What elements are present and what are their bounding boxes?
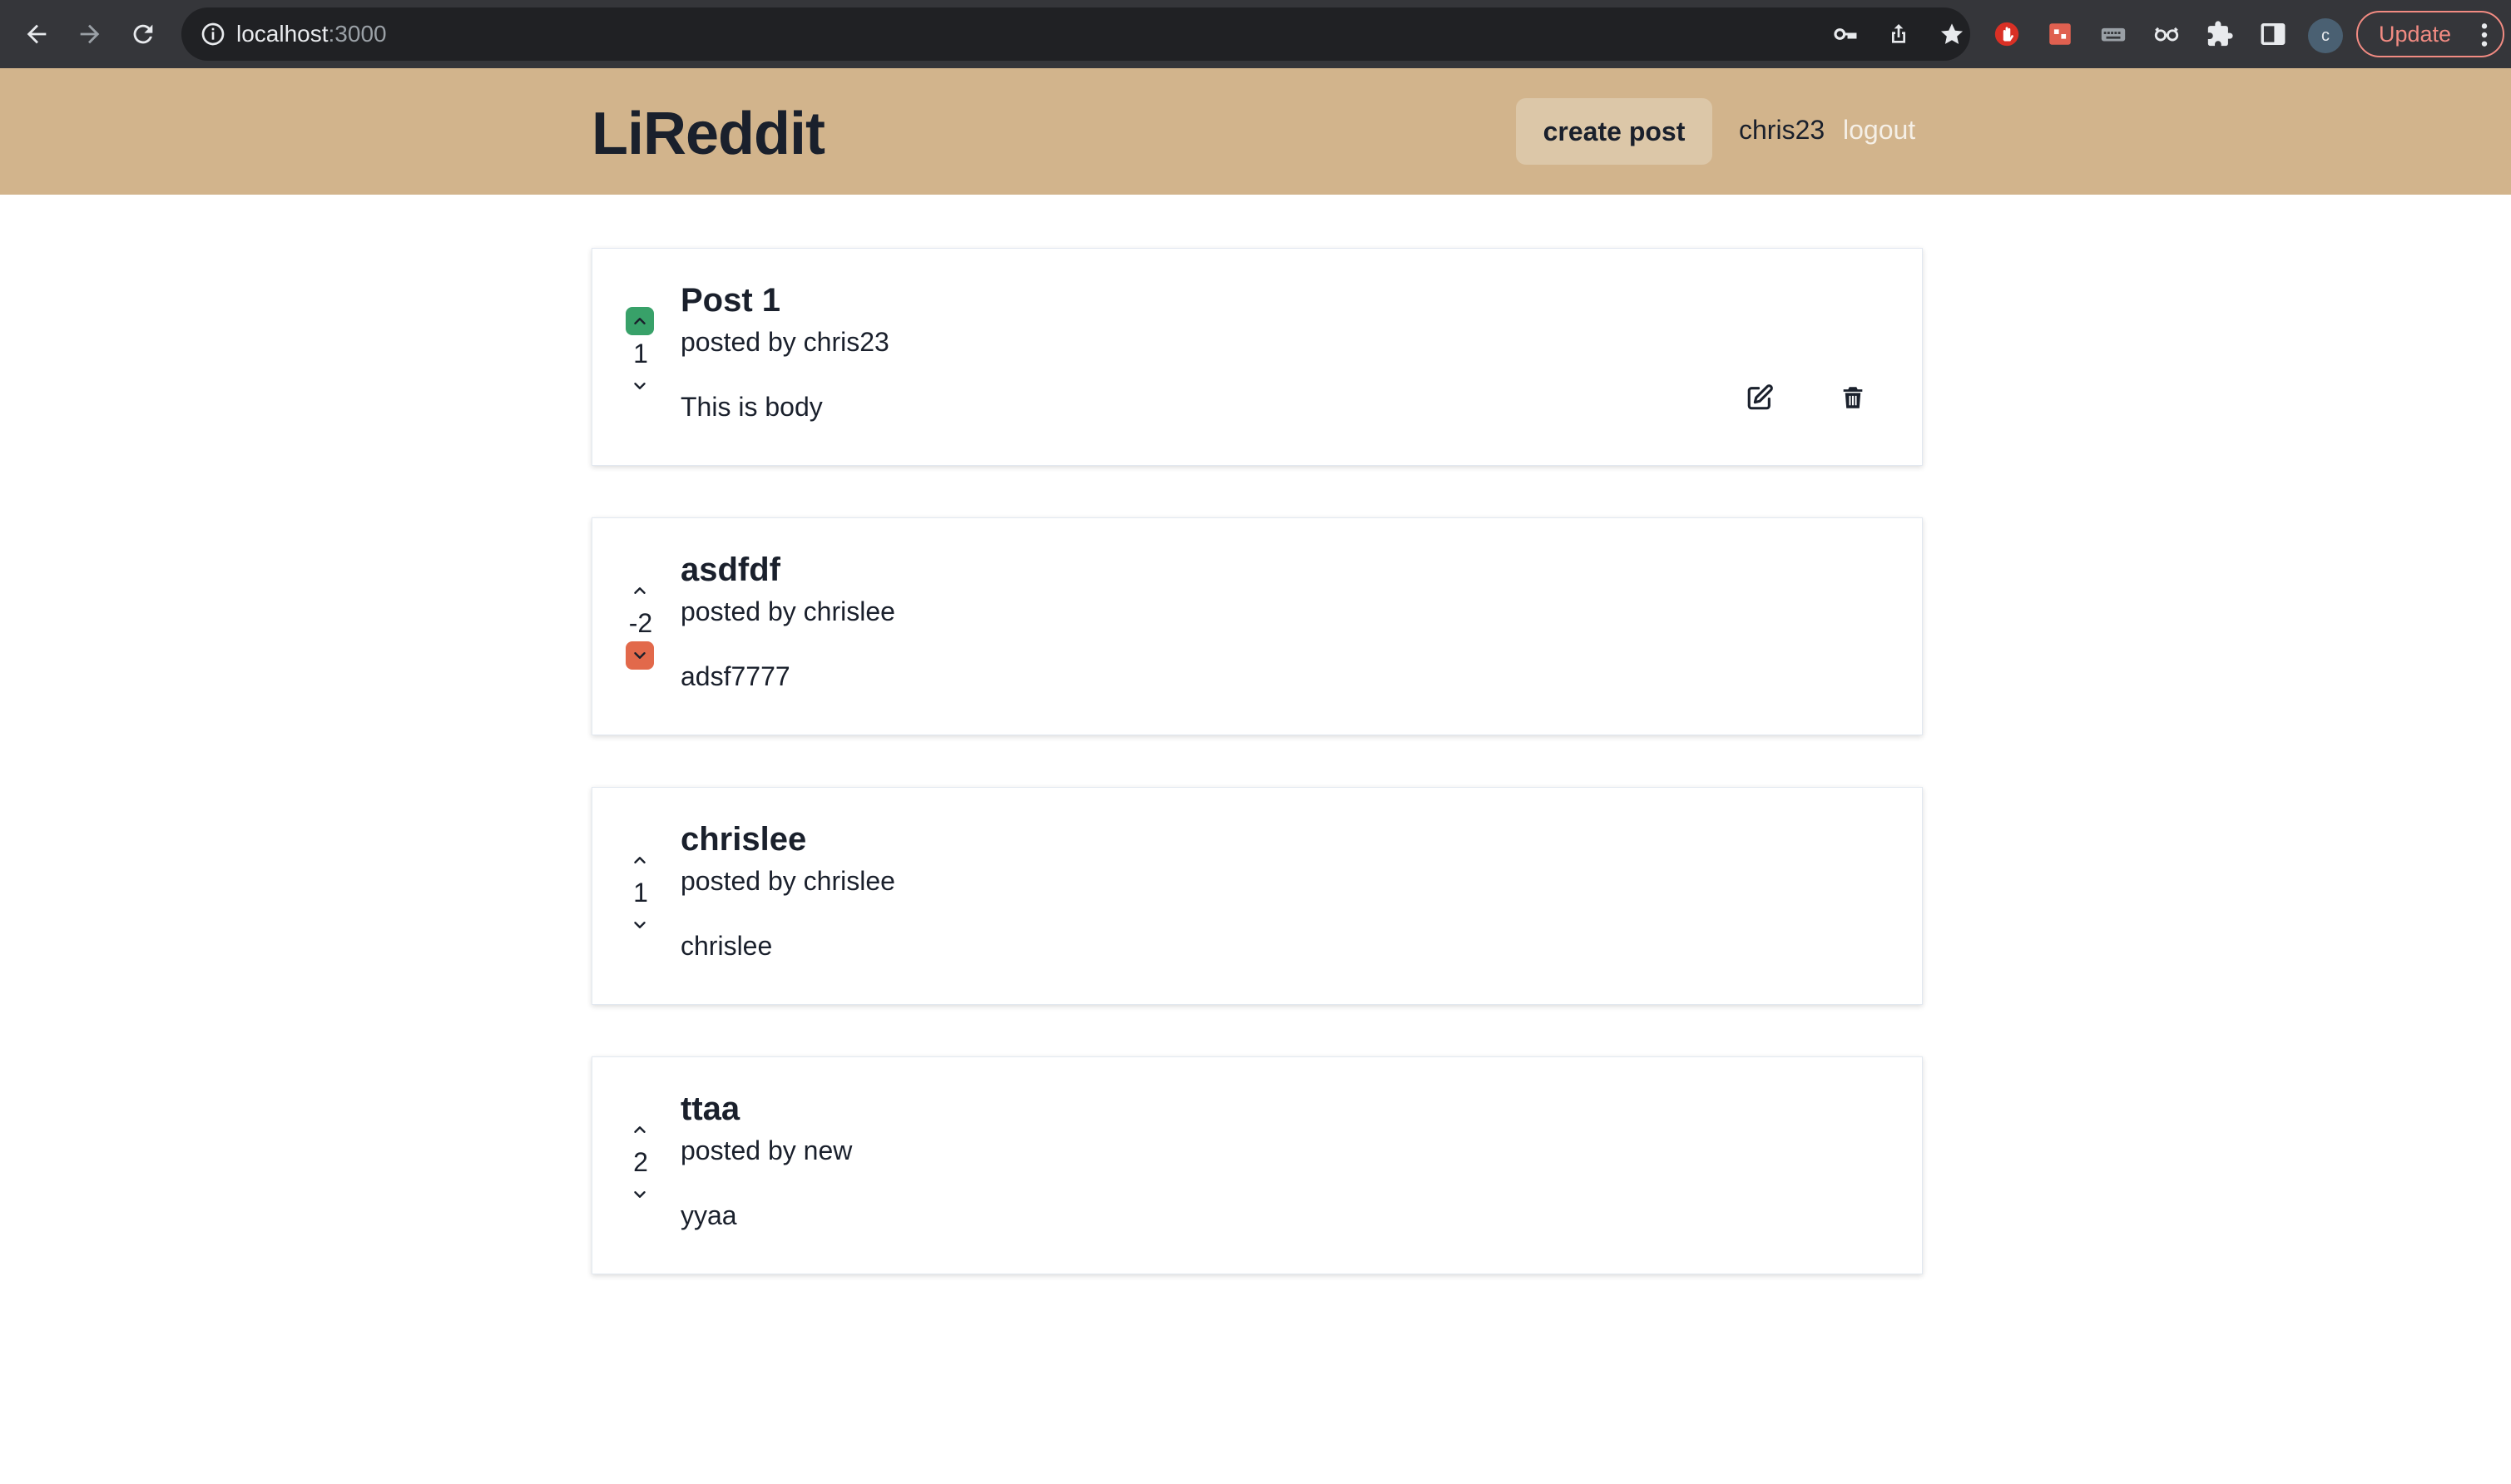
more-vert-icon: [2481, 23, 2488, 47]
vote-section: 1: [624, 846, 657, 947]
trash-icon: [1843, 387, 1863, 408]
extension-stop-icon[interactable]: [1988, 16, 2025, 52]
post-author: posted by chrislee: [681, 866, 895, 896]
upvote-button[interactable]: [626, 576, 654, 605]
downvote-button[interactable]: [626, 641, 654, 670]
chevron-down-icon: [634, 1191, 646, 1198]
forward-arrow-icon: [80, 24, 100, 44]
profile-avatar[interactable]: c: [2308, 18, 2343, 53]
extensions-puzzle-icon[interactable]: [2201, 16, 2238, 52]
url-text: localhost:3000: [236, 21, 387, 47]
edit-icon: [1747, 384, 1773, 410]
upvote-button[interactable]: [626, 1115, 654, 1144]
update-button[interactable]: Update: [2356, 11, 2504, 57]
back-arrow-icon: [27, 24, 47, 44]
post-body: yyaa: [681, 1200, 737, 1230]
delete-post-button[interactable]: [1834, 378, 1872, 417]
current-username: chris23: [1739, 115, 1825, 145]
chevron-down-icon: [634, 922, 646, 928]
post-author: posted by chrislee: [681, 596, 895, 626]
app-logo[interactable]: LiReddit: [592, 100, 825, 168]
vote-section: -2: [624, 576, 657, 678]
reload-button[interactable]: [123, 14, 163, 54]
post-actions: [1741, 378, 1872, 417]
vote-section: 2: [624, 1115, 657, 1217]
browser-toolbar: localhost:3000 c Update: [0, 0, 2511, 68]
chevron-down-icon: [634, 652, 646, 659]
chevron-up-icon: [634, 857, 646, 863]
upvote-button[interactable]: [626, 307, 654, 335]
chevron-down-icon: [634, 383, 646, 389]
post-title[interactable]: chrislee: [681, 821, 806, 858]
share-icon[interactable]: [1885, 21, 1912, 47]
key-icon[interactable]: [1832, 21, 1859, 47]
side-panel-icon[interactable]: [2255, 16, 2291, 52]
post-card: 2 ttaa posted by new yyaa: [592, 1056, 1923, 1274]
vote-count: 1: [633, 878, 648, 908]
bookmark-star-icon[interactable]: [1939, 21, 1965, 47]
extension-glasses-icon[interactable]: [2148, 16, 2185, 52]
extension-keyboard-icon[interactable]: [2095, 16, 2132, 52]
back-button[interactable]: [17, 14, 57, 54]
post-title[interactable]: asdfdf: [681, 552, 780, 589]
post-title[interactable]: ttaa: [681, 1091, 740, 1128]
post-author: posted by new: [681, 1135, 853, 1165]
vote-section: 1: [624, 307, 657, 408]
vote-count: 2: [633, 1147, 648, 1177]
logout-button[interactable]: logout: [1843, 115, 1915, 146]
reload-icon: [133, 24, 153, 44]
chevron-up-icon: [634, 318, 646, 324]
post-title[interactable]: Post 1: [681, 282, 780, 319]
upvote-button[interactable]: [626, 846, 654, 874]
vote-count: 1: [633, 339, 648, 369]
extension-red-icon[interactable]: [2042, 16, 2078, 52]
downvote-button[interactable]: [626, 372, 654, 400]
chevron-up-icon: [634, 587, 646, 594]
edit-post-button[interactable]: [1741, 378, 1779, 417]
post-body: chrislee: [681, 931, 773, 961]
downvote-button[interactable]: [626, 911, 654, 939]
post-body: adsf7777: [681, 661, 790, 691]
post-author: posted by chris23: [681, 327, 889, 357]
create-post-button[interactable]: create post: [1516, 98, 1712, 165]
downvote-button[interactable]: [626, 1180, 654, 1209]
post-body: This is body: [681, 392, 823, 422]
vote-count: -2: [628, 608, 653, 638]
forward-button[interactable]: [70, 14, 110, 54]
post-card: -2 asdfdf posted by chrislee adsf7777: [592, 517, 1923, 735]
address-bar[interactable]: localhost:3000: [181, 7, 1970, 61]
info-icon[interactable]: [200, 21, 226, 47]
chevron-up-icon: [634, 1126, 646, 1133]
post-card: 1 chrislee posted by chrislee chrislee: [592, 787, 1923, 1005]
app-navbar: LiReddit create post chris23 logout: [0, 68, 2511, 195]
post-card: 1 Post 1 posted by chris23 This is body: [592, 248, 1923, 466]
